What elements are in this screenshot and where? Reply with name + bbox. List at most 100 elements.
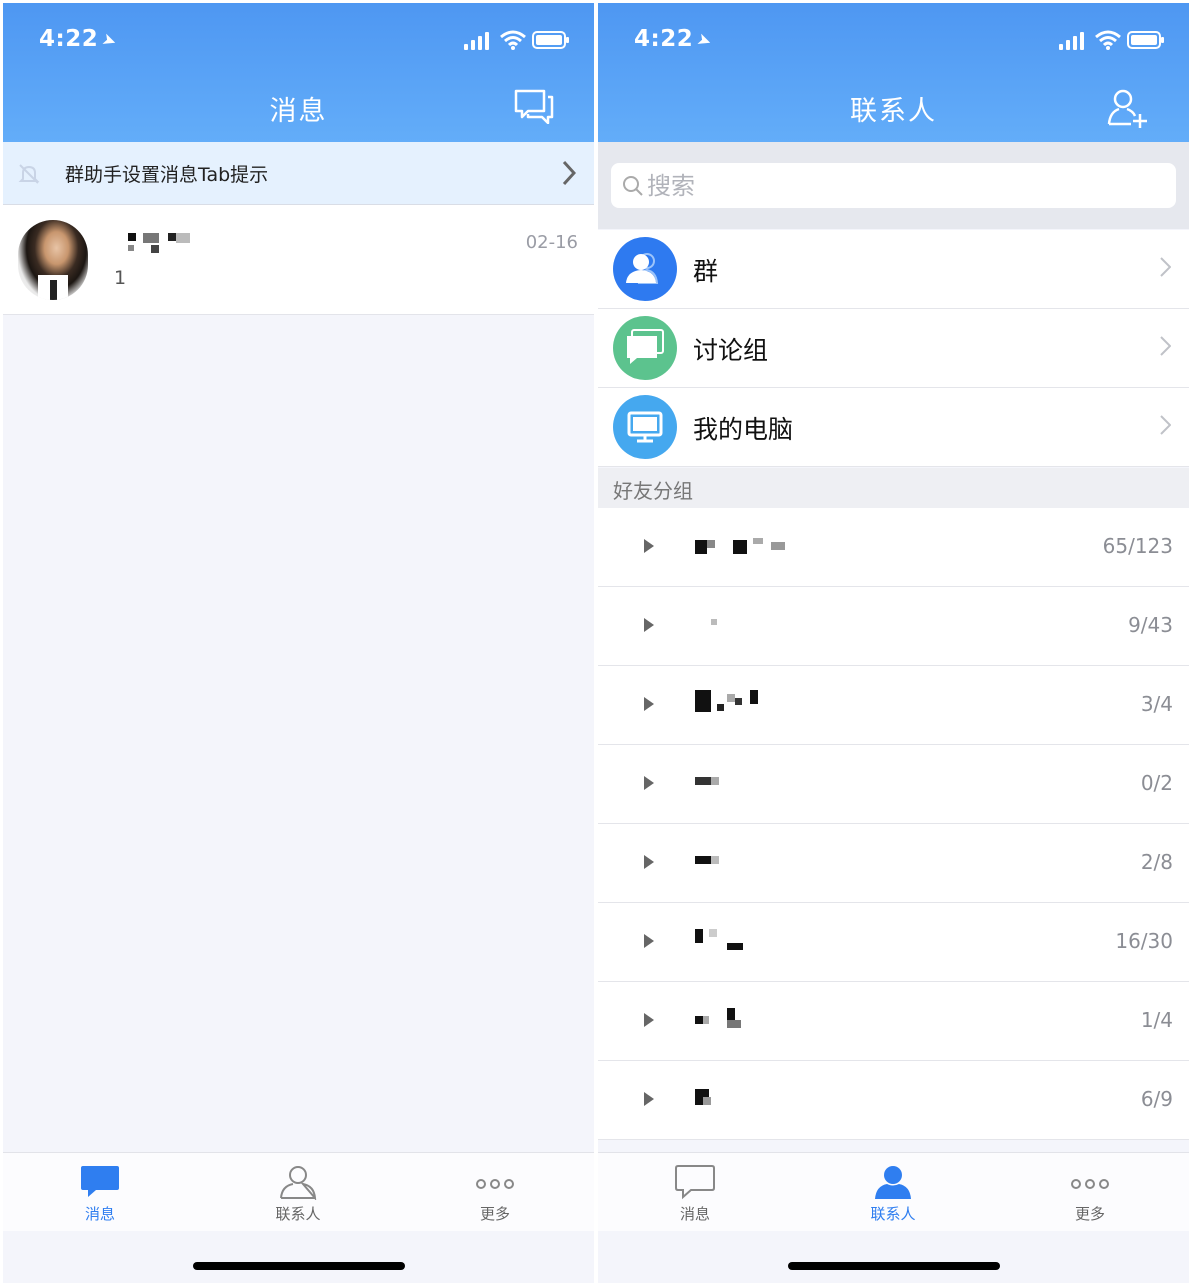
friend-group-row[interactable]: 2/8 — [598, 824, 1189, 903]
search-input[interactable] — [645, 167, 1168, 205]
chat-bubble-filled-icon — [81, 1166, 119, 1197]
tab-messages[interactable]: 消息 — [40, 1153, 160, 1231]
status-icons — [1059, 30, 1167, 52]
group-name-redacted — [695, 536, 795, 558]
group-name-redacted — [695, 775, 735, 787]
tab-label: 联系人 — [275, 1205, 321, 1223]
tab-label: 消息 — [679, 1205, 710, 1223]
tab-label: 更多 — [1074, 1205, 1105, 1223]
group-assistant-notice[interactable]: 群助手设置消息Tab提示 — [3, 142, 594, 205]
friend-group-row[interactable]: 9/43 — [598, 587, 1189, 666]
search-area — [598, 142, 1189, 229]
group-count: 65/123 — [1102, 534, 1173, 558]
conversation-name-redacted — [123, 229, 213, 259]
tab-bar: 消息 联系人 更多 — [598, 1152, 1189, 1231]
header-bar: 4:22➤ 联系人 — [598, 3, 1189, 142]
chevron-right-icon — [1160, 336, 1171, 356]
home-area — [3, 1231, 594, 1283]
messages-screen: 4:22➤ 消息 群助手设置消息Tab提示 02-16 1 消息 联系人 更多 — [3, 3, 594, 1283]
battery-icon — [1127, 31, 1164, 49]
group-count: 0/2 — [1140, 771, 1173, 795]
tab-more[interactable]: 更多 — [435, 1153, 555, 1231]
conversation-row[interactable]: 02-16 1 — [3, 205, 594, 315]
expand-arrow-icon — [644, 1013, 654, 1027]
entry-label: 讨论组 — [693, 336, 769, 365]
section-title: 好友分组 — [613, 479, 693, 503]
group-count: 6/9 — [1140, 1087, 1173, 1111]
friend-group-row[interactable]: 16/30 — [598, 903, 1189, 982]
computer-icon — [613, 395, 677, 459]
group-name-redacted — [695, 1089, 735, 1111]
more-dots-icon — [1071, 1179, 1109, 1189]
tab-contacts[interactable]: 联系人 — [238, 1153, 358, 1231]
wifi-icon — [500, 30, 526, 50]
cellular-signal-icon — [464, 32, 494, 50]
wifi-icon — [1095, 30, 1121, 50]
entry-label: 群 — [693, 257, 719, 286]
group-name-redacted — [695, 854, 735, 866]
tab-bar: 消息 联系人 更多 — [3, 1152, 594, 1231]
location-arrow-icon: ➤ — [99, 29, 120, 53]
expand-arrow-icon — [644, 934, 654, 948]
notice-text: 群助手设置消息Tab提示 — [65, 164, 269, 186]
group-name-redacted — [695, 690, 765, 716]
muted-bell-icon — [18, 164, 40, 184]
group-count: 16/30 — [1115, 929, 1173, 953]
page-title: 消息 — [269, 96, 328, 127]
conversation-preview: 1 — [114, 267, 127, 289]
add-friend-icon[interactable] — [1107, 88, 1149, 128]
expand-arrow-icon — [644, 1092, 654, 1106]
chevron-right-icon — [562, 160, 576, 186]
expand-arrow-icon — [644, 776, 654, 790]
expand-arrow-icon — [644, 539, 654, 553]
expand-arrow-icon — [644, 855, 654, 869]
cellular-signal-icon — [1059, 32, 1089, 50]
expand-arrow-icon — [644, 618, 654, 632]
page-title: 联系人 — [850, 96, 937, 127]
group-name-redacted — [695, 615, 735, 637]
group-count: 2/8 — [1140, 850, 1173, 874]
chevron-right-icon — [1160, 257, 1171, 277]
friend-group-row[interactable]: 3/4 — [598, 666, 1189, 745]
expand-arrow-icon — [644, 697, 654, 711]
group-name-redacted — [695, 1006, 755, 1032]
home-indicator[interactable] — [192, 1262, 405, 1270]
entry-label: 我的电脑 — [693, 415, 794, 444]
tab-label: 更多 — [479, 1205, 510, 1223]
section-header: 好友分组 — [598, 468, 1189, 508]
chat-bubbles-icon[interactable] — [514, 88, 554, 124]
group-name-redacted — [695, 927, 755, 953]
location-arrow-icon: ➤ — [694, 29, 715, 53]
tab-messages[interactable]: 消息 — [635, 1153, 755, 1231]
friend-group-row[interactable]: 65/123 — [598, 508, 1189, 587]
search-icon — [623, 176, 643, 196]
entry-groups[interactable]: 群 — [598, 230, 1189, 309]
tab-label: 消息 — [84, 1205, 115, 1223]
avatar — [18, 220, 88, 300]
home-indicator[interactable] — [787, 1262, 1000, 1270]
tab-contacts[interactable]: 联系人 — [833, 1153, 953, 1231]
contacts-screen: 4:22➤ 联系人 搜索 群 讨论组 我的电脑 好友分组 65/123 9/43… — [598, 3, 1189, 1283]
group-count: 1/4 — [1140, 1008, 1173, 1032]
friend-group-row[interactable]: 6/9 — [598, 1061, 1189, 1140]
group-count: 9/43 — [1128, 613, 1173, 637]
status-time: 4:22➤ — [39, 26, 120, 53]
friend-group-row[interactable]: 0/2 — [598, 745, 1189, 824]
entry-my-computer[interactable]: 我的电脑 — [598, 388, 1189, 467]
friend-group-row[interactable]: 1/4 — [598, 982, 1189, 1061]
chevron-right-icon — [1160, 415, 1171, 435]
status-icons — [464, 30, 572, 52]
battery-icon — [532, 31, 569, 49]
tab-more[interactable]: 更多 — [1030, 1153, 1150, 1231]
person-outline-icon — [280, 1166, 317, 1200]
status-time: 4:22➤ — [634, 26, 715, 53]
entry-discussions[interactable]: 讨论组 — [598, 309, 1189, 388]
group-icon — [613, 237, 677, 301]
person-filled-icon — [875, 1166, 911, 1199]
home-area — [598, 1231, 1189, 1283]
conversation-time: 02-16 — [525, 232, 578, 253]
search-box[interactable] — [611, 163, 1176, 208]
discussion-icon — [613, 316, 677, 380]
tab-label: 联系人 — [870, 1205, 916, 1223]
chat-bubble-outline-icon — [675, 1165, 715, 1200]
